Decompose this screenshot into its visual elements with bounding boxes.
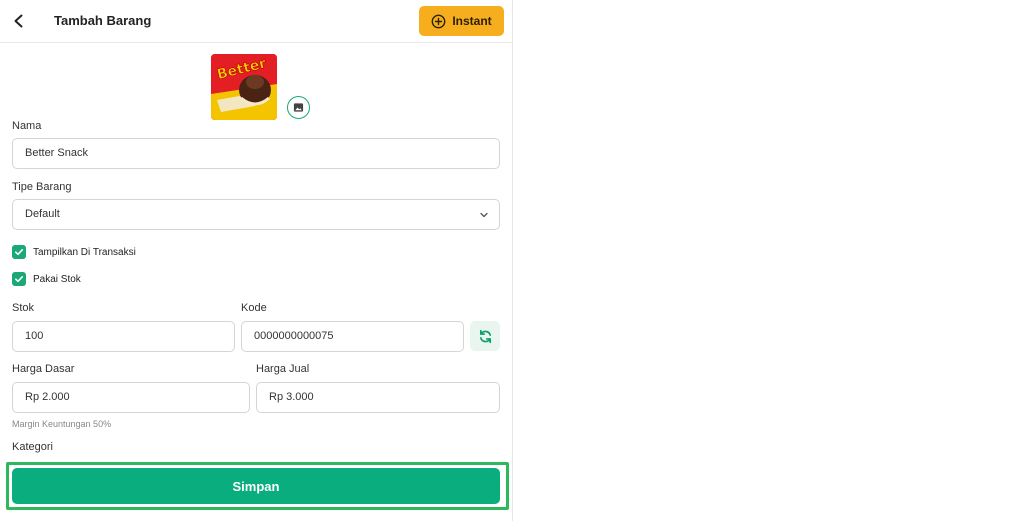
- check-icon: [15, 276, 24, 283]
- tipe-barang-value: Default: [25, 208, 60, 220]
- page-title: Tambah Barang: [54, 13, 152, 28]
- plus-circle-icon: [431, 14, 446, 28]
- back-button[interactable]: [8, 10, 30, 32]
- harga-dasar-input[interactable]: Rp 2.000: [12, 382, 250, 413]
- kode-input[interactable]: 0000000000075: [241, 321, 464, 352]
- instant-button[interactable]: Instant: [419, 6, 504, 36]
- chevron-down-icon: [480, 212, 488, 218]
- nama-label: Nama: [12, 120, 42, 132]
- kode-label: Kode: [241, 302, 267, 314]
- save-button[interactable]: Simpan: [12, 468, 500, 504]
- checkbox-box: [12, 245, 26, 259]
- tampilkan-transaksi-label: Tampilkan Di Transaksi: [33, 246, 136, 258]
- product-image: Better: [211, 54, 277, 120]
- image-picker-button[interactable]: [287, 96, 310, 119]
- margin-hint: Margin Keuntungan 50%: [12, 419, 112, 429]
- tipe-barang-select[interactable]: Default: [12, 199, 500, 230]
- harga-jual-label: Harga Jual: [256, 363, 310, 375]
- harga-dasar-label: Harga Dasar: [12, 363, 75, 375]
- check-icon: [15, 249, 24, 256]
- tampilkan-transaksi-checkbox[interactable]: Tampilkan Di Transaksi: [12, 245, 136, 259]
- checkbox-box: [12, 272, 26, 286]
- tipe-barang-label: Tipe Barang: [12, 181, 72, 193]
- pakai-stok-label: Pakai Stok: [33, 273, 81, 285]
- nama-input[interactable]: Better Snack: [12, 138, 500, 169]
- stok-label: Stok: [12, 302, 35, 314]
- generate-code-button[interactable]: [470, 321, 500, 351]
- form-panel: Tambah Barang Instant Better Nama Better…: [0, 0, 513, 521]
- kategori-label: Kategori: [12, 441, 53, 453]
- stok-input[interactable]: 100: [12, 321, 235, 352]
- chevron-left-icon: [14, 14, 23, 28]
- save-label: Simpan: [232, 478, 280, 494]
- pakai-stok-checkbox[interactable]: Pakai Stok: [12, 272, 81, 286]
- image-icon: [293, 103, 304, 112]
- harga-jual-input[interactable]: Rp 3.000: [256, 382, 500, 413]
- refresh-icon: [479, 329, 491, 343]
- top-bar: Tambah Barang Instant: [0, 0, 512, 43]
- instant-label: Instant: [452, 14, 492, 28]
